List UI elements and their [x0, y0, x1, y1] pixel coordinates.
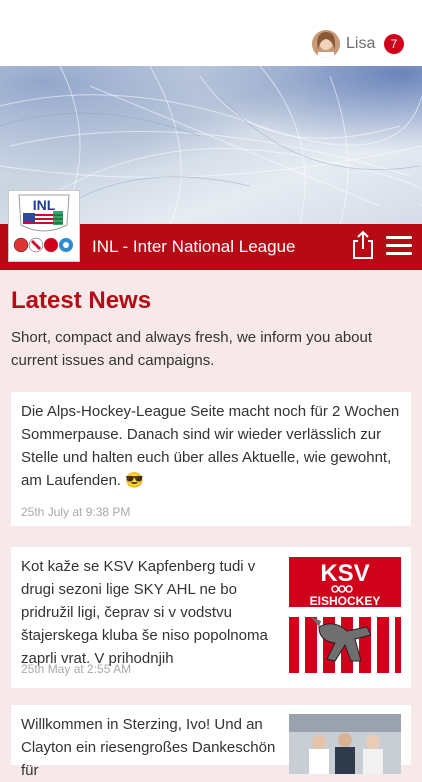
section-description: Short, compact and always fresh, we info… — [11, 329, 373, 369]
hamburger-menu-icon[interactable] — [386, 236, 412, 256]
news-text: Kot kaže se KSV Kapfenberg tudi v drugi … — [21, 558, 268, 667]
user-avatar[interactable] — [312, 30, 340, 58]
share-icon[interactable] — [350, 230, 376, 260]
ksv-logo-subtext: EISHOCKEY — [310, 594, 381, 608]
news-card[interactable]: Die Alps-Hockey-League Seite macht noch … — [11, 392, 411, 526]
ksv-logo-text: KSV — [320, 560, 369, 587]
news-date: 25th May at 2:55 AM — [21, 662, 132, 676]
news-card[interactable]: Willkommen in Sterzing, Ivo! Und an Clay… — [11, 705, 411, 779]
news-thumbnail-photo[interactable] — [289, 714, 401, 774]
news-text: Die Alps-Hockey-League Seite macht noch … — [21, 403, 400, 489]
username-label[interactable]: Lisa — [346, 35, 375, 53]
notification-badge[interactable]: 7 — [384, 34, 404, 54]
news-thumbnail-ksv[interactable]: KSV EISHOCKEY — [289, 557, 401, 673]
news-card[interactable]: Kot kaže se KSV Kapfenberg tudi v drugi … — [11, 547, 411, 688]
news-text: Willkommen in Sterzing, Ivo! Und an Clay… — [21, 716, 276, 779]
svg-text:INL: INL — [33, 197, 56, 213]
top-bar: Lisa 7 — [0, 0, 422, 66]
news-date: 25th July at 9:38 PM — [21, 505, 131, 519]
inl-logo: INL — [8, 190, 80, 262]
section-title: Latest News — [11, 287, 152, 314]
app-title: INL - Inter National League — [92, 237, 296, 256]
